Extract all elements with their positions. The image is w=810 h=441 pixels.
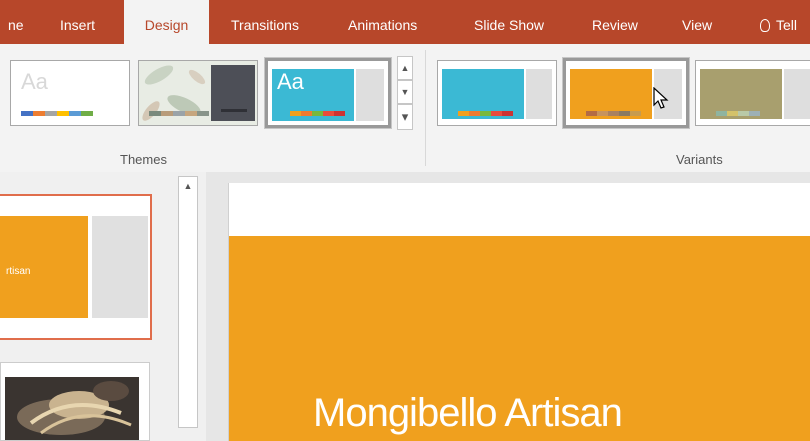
tab-transitions[interactable]: Transitions [231,0,299,44]
theme-aa-text: Aa [21,69,48,94]
variant-color-swatches [458,111,513,116]
gallery-more-button[interactable]: ▾ [397,104,413,130]
theme-aa-text: Aa [277,69,304,94]
tell-me-label: Tell [776,17,798,33]
tab-slide-show[interactable]: Slide Show [474,0,544,44]
ribbon-tab-bar: ne Insert Design Transitions Animations … [0,0,810,44]
tab-home[interactable]: ne [8,0,24,44]
variant-color-swatches [586,111,641,116]
theme-teal-selected[interactable]: Aa [264,57,392,129]
gallery-scroll-up-button[interactable]: ▲ [397,56,413,80]
mouse-cursor-icon [653,87,669,109]
current-slide[interactable]: Mongibello Artisan [228,183,810,441]
variant-preview-side [784,69,810,119]
group-divider [425,50,426,166]
theme-color-swatches [149,111,209,116]
tab-tell-me[interactable]: Tell [760,0,797,44]
tab-review[interactable]: Review [592,0,638,44]
design-ribbon: Aa Aa ▲ ▼ ▾ Themes Variants [0,44,810,173]
slide-thumbnail-1[interactable]: rtisan [0,194,152,340]
themes-group-label: Themes [120,152,167,167]
slide-thumbnail-2[interactable] [0,362,150,441]
tab-animations[interactable]: Animations [348,0,417,44]
variant-olive[interactable] [695,60,810,126]
theme-preview-side [356,69,384,121]
variant-color-swatches [716,111,760,116]
scroll-up-arrow[interactable]: ▲ [179,177,197,195]
theme-color-swatches [290,111,345,116]
variant-orange[interactable] [562,57,690,129]
variant-preview-side [526,69,552,119]
tab-design[interactable]: Design [124,0,209,44]
variant-teal[interactable] [437,60,557,126]
tab-insert[interactable]: Insert [60,0,95,44]
tab-view[interactable]: View [682,0,712,44]
thumb-title-text: rtisan [6,266,31,277]
thumb-side-block [92,216,148,318]
gallery-scroll-down-button[interactable]: ▼ [397,80,413,104]
theme-color-swatches [21,111,93,116]
theme-office[interactable]: Aa [10,60,130,126]
lightbulb-icon [760,19,770,32]
slides-pane-scrollbar[interactable]: ▲ [178,176,198,428]
theme-botanical[interactable] [138,60,258,126]
pasta-photo-image [5,377,139,440]
slide-title-text[interactable]: Mongibello Artisan [313,391,623,436]
thumb-orange-block: rtisan [0,216,88,318]
variants-group-label: Variants [676,152,723,167]
